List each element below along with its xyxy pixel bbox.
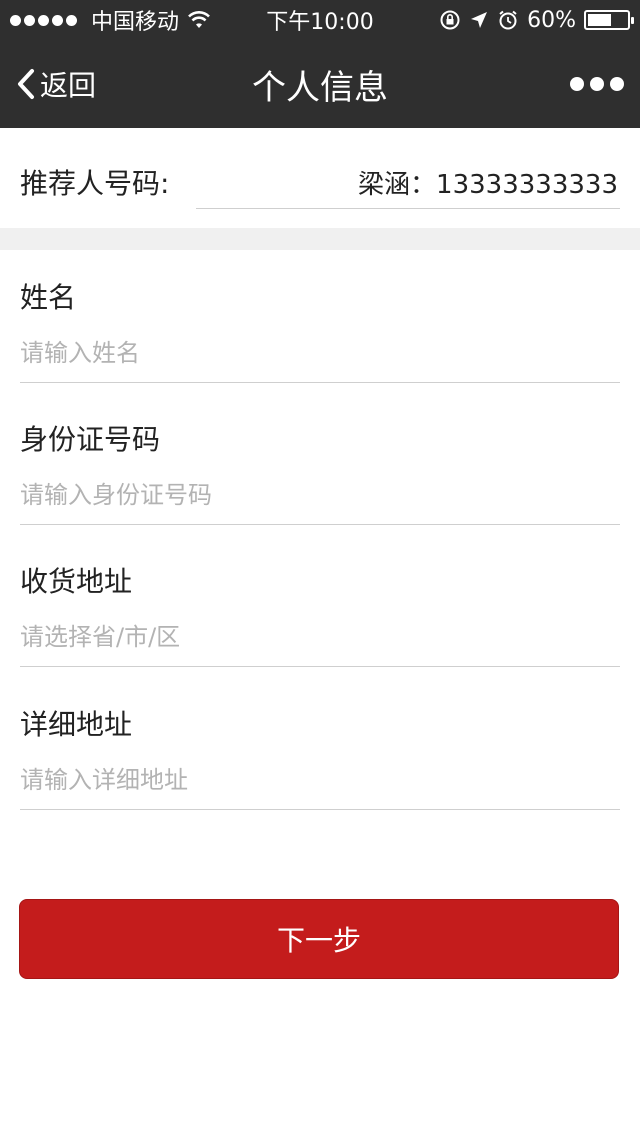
- rotation-lock-icon: [440, 10, 460, 30]
- back-label: 返回: [40, 69, 97, 102]
- divider: [20, 666, 620, 667]
- signal-strength-icon: [10, 14, 77, 26]
- wifi-icon: [188, 11, 210, 28]
- name-input[interactable]: [20, 330, 620, 376]
- shipping-address-field-group: 收货地址: [20, 534, 620, 676]
- referrer-label: 推荐人号码:: [20, 167, 170, 200]
- battery-percent: 60%: [527, 7, 576, 33]
- location-arrow-icon: [471, 12, 488, 28]
- detail-address-label: 详细地址: [20, 708, 133, 741]
- status-left: 中国移动: [10, 4, 211, 36]
- divider: [20, 524, 620, 525]
- divider: [20, 809, 620, 810]
- id-number-field-group: 身份证号码: [20, 392, 620, 534]
- detail-address-field-group: 详细地址: [20, 677, 620, 819]
- section-gap: [0, 228, 640, 250]
- region-select-input[interactable]: [20, 614, 620, 660]
- id-number-label: 身份证号码: [20, 423, 161, 456]
- status-right: 60%: [439, 7, 634, 33]
- alarm-icon: [499, 10, 517, 30]
- chevron-left-icon: [18, 69, 34, 99]
- referrer-row: 推荐人号码: 梁涵：13333333333: [0, 128, 640, 228]
- back-button[interactable]: 返回: [16, 64, 96, 104]
- referrer-value: 梁涵：13333333333: [358, 170, 618, 200]
- id-number-input[interactable]: [20, 472, 620, 518]
- next-step-button[interactable]: 下一步: [19, 899, 619, 979]
- battery-level: [588, 14, 611, 26]
- divider: [196, 208, 620, 209]
- more-dot-icon: [570, 77, 584, 91]
- divider: [20, 382, 620, 383]
- name-label: 姓名: [20, 281, 77, 314]
- shipping-address-label: 收货地址: [20, 565, 133, 598]
- detail-address-input[interactable]: [20, 757, 620, 803]
- more-dot-icon: [590, 77, 604, 91]
- more-button[interactable]: [570, 77, 624, 91]
- status-bar: 中国移动 下午10:00 60%: [0, 0, 640, 40]
- carrier-name: 中国移动: [91, 10, 180, 35]
- battery-icon: [584, 10, 634, 30]
- more-dot-icon: [610, 77, 624, 91]
- name-field-group: 姓名: [20, 250, 620, 392]
- nav-bar: 返回 个人信息: [0, 40, 640, 128]
